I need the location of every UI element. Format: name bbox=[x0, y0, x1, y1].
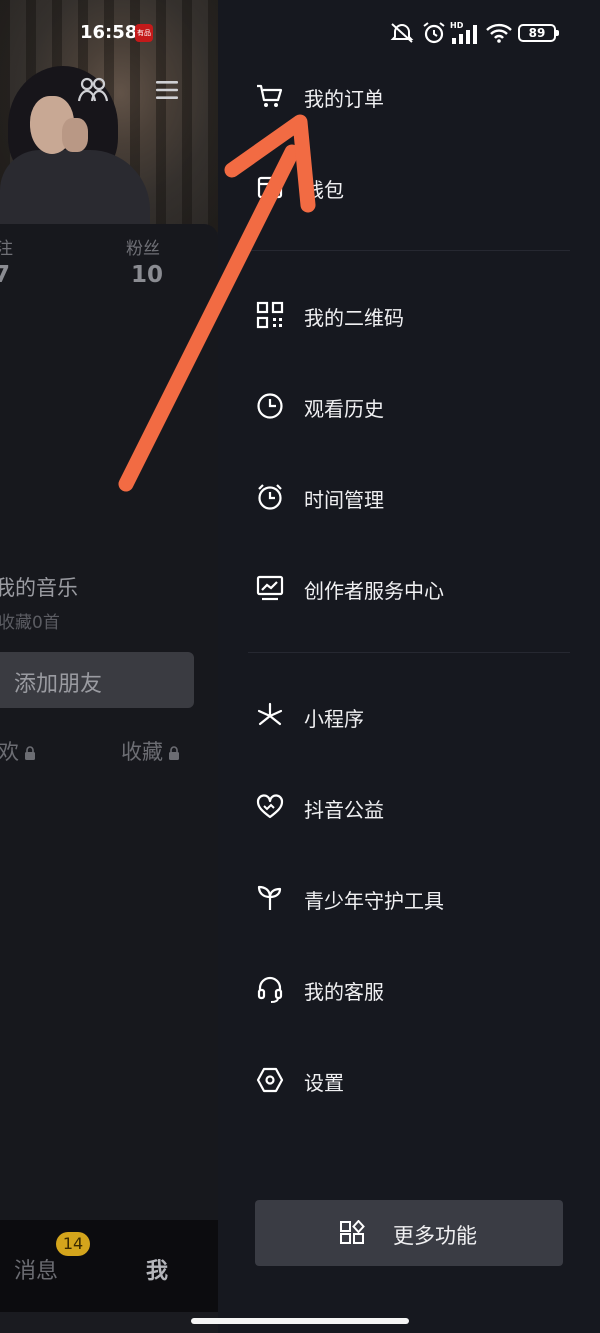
add-friend-button[interactable]: 添加朋友 bbox=[0, 652, 194, 708]
lock-icon bbox=[25, 746, 35, 760]
sprout-icon bbox=[257, 885, 282, 910]
app-notification-badge: 有品 bbox=[135, 24, 153, 42]
menu-item-customer-service[interactable]: 我的客服 bbox=[248, 959, 578, 1019]
profile-info-card: 注 7 粉丝 10 bbox=[0, 224, 218, 1224]
tab-likes-label: 欢 bbox=[0, 740, 19, 764]
menu-item-label: 观看历史 bbox=[304, 397, 384, 421]
tab-messages[interactable]: 消息 bbox=[14, 1253, 58, 1285]
menu-item-label: 设置 bbox=[304, 1071, 344, 1095]
mute-icon bbox=[390, 23, 414, 43]
menu-item-label: 我的订单 bbox=[304, 87, 384, 111]
menu-item-youth-protection[interactable]: 青少年守护工具 bbox=[248, 868, 578, 928]
menu-item-label: 小程序 bbox=[304, 707, 364, 731]
hamburger-menu-icon[interactable] bbox=[154, 78, 180, 102]
menu-item-label: 我的客服 bbox=[304, 980, 384, 1004]
status-icons: HD 89 bbox=[388, 18, 568, 48]
add-friend-label: 添加朋友 bbox=[14, 672, 103, 697]
menu-item-label: 时间管理 bbox=[304, 488, 384, 512]
settings-hexagon-icon bbox=[256, 1067, 284, 1093]
alarm-clock-icon bbox=[258, 484, 282, 510]
wallet-icon bbox=[257, 176, 283, 199]
more-features-label: 更多功能 bbox=[393, 1224, 477, 1248]
tab-favorites-label: 收藏 bbox=[121, 740, 163, 764]
more-features-button[interactable]: 更多功能 bbox=[255, 1200, 563, 1266]
lock-icon bbox=[169, 746, 179, 760]
menu-item-wallet[interactable]: 钱包 bbox=[248, 157, 578, 217]
menu-item-qr-code[interactable]: 我的二维码 bbox=[248, 285, 578, 345]
following-label: 注 bbox=[0, 239, 13, 259]
section-divider bbox=[248, 250, 570, 251]
menu-item-my-orders[interactable]: 我的订单 bbox=[248, 66, 578, 126]
menu-item-label: 钱包 bbox=[304, 178, 344, 202]
menu-item-label: 创作者服务中心 bbox=[304, 579, 444, 603]
menu-item-label: 抖音公益 bbox=[304, 798, 384, 822]
my-music-title[interactable]: 我的音乐 bbox=[0, 572, 78, 602]
friends-icon[interactable] bbox=[78, 76, 108, 104]
grid-apps-icon bbox=[340, 1220, 365, 1244]
my-music-subtitle: 收藏0首 bbox=[0, 613, 60, 633]
battery-icon: 89 bbox=[518, 24, 559, 42]
charity-heart-icon bbox=[256, 794, 284, 819]
section-divider bbox=[248, 652, 570, 653]
battery-level: 89 bbox=[528, 26, 546, 40]
qr-code-icon bbox=[256, 301, 284, 329]
menu-item-watch-history[interactable]: 观看历史 bbox=[248, 376, 578, 436]
menu-item-charity[interactable]: 抖音公益 bbox=[248, 777, 578, 837]
bottom-tab-bar: 消息 14 我 bbox=[0, 1220, 218, 1312]
clock-icon bbox=[257, 393, 283, 419]
menu-item-mini-programs[interactable]: 小程序 bbox=[248, 686, 578, 746]
wifi-icon bbox=[486, 23, 512, 43]
tab-favorites[interactable]: 收藏 bbox=[121, 736, 180, 766]
svg-text:HD: HD bbox=[450, 21, 464, 30]
messages-count-badge: 14 bbox=[56, 1232, 90, 1256]
mini-program-icon bbox=[257, 702, 283, 726]
tab-me[interactable]: 我 bbox=[146, 1253, 168, 1285]
chart-icon bbox=[256, 575, 284, 601]
alarm-icon bbox=[423, 22, 445, 44]
menu-item-time-management[interactable]: 时间管理 bbox=[248, 467, 578, 527]
menu-item-creator-center[interactable]: 创作者服务中心 bbox=[248, 558, 578, 618]
menu-item-label: 我的二维码 bbox=[304, 306, 404, 330]
side-drawer-menu: 我的订单 钱包 我的二维码 观看历史 时间管理 创作者服务中心 小程序 抖音公益… bbox=[218, 0, 600, 1333]
home-indicator-bar[interactable] bbox=[191, 1318, 409, 1324]
headset-icon bbox=[257, 976, 283, 1003]
hd-signal-icon: HD bbox=[450, 21, 477, 44]
status-time: 16:58 bbox=[80, 22, 138, 43]
fans-label: 粉丝 bbox=[126, 239, 160, 259]
tab-likes[interactable]: 欢 bbox=[0, 736, 36, 766]
fans-count[interactable]: 10 bbox=[131, 262, 163, 288]
profile-page-background: 注 7 粉丝 10 我的音乐 收藏0首 添加朋友 欢 收藏 消息 14 我 bbox=[0, 0, 218, 1333]
following-count[interactable]: 7 bbox=[0, 262, 10, 288]
menu-item-settings[interactable]: 设置 bbox=[248, 1050, 578, 1110]
cart-icon bbox=[257, 84, 283, 107]
menu-item-label: 青少年守护工具 bbox=[304, 889, 444, 913]
